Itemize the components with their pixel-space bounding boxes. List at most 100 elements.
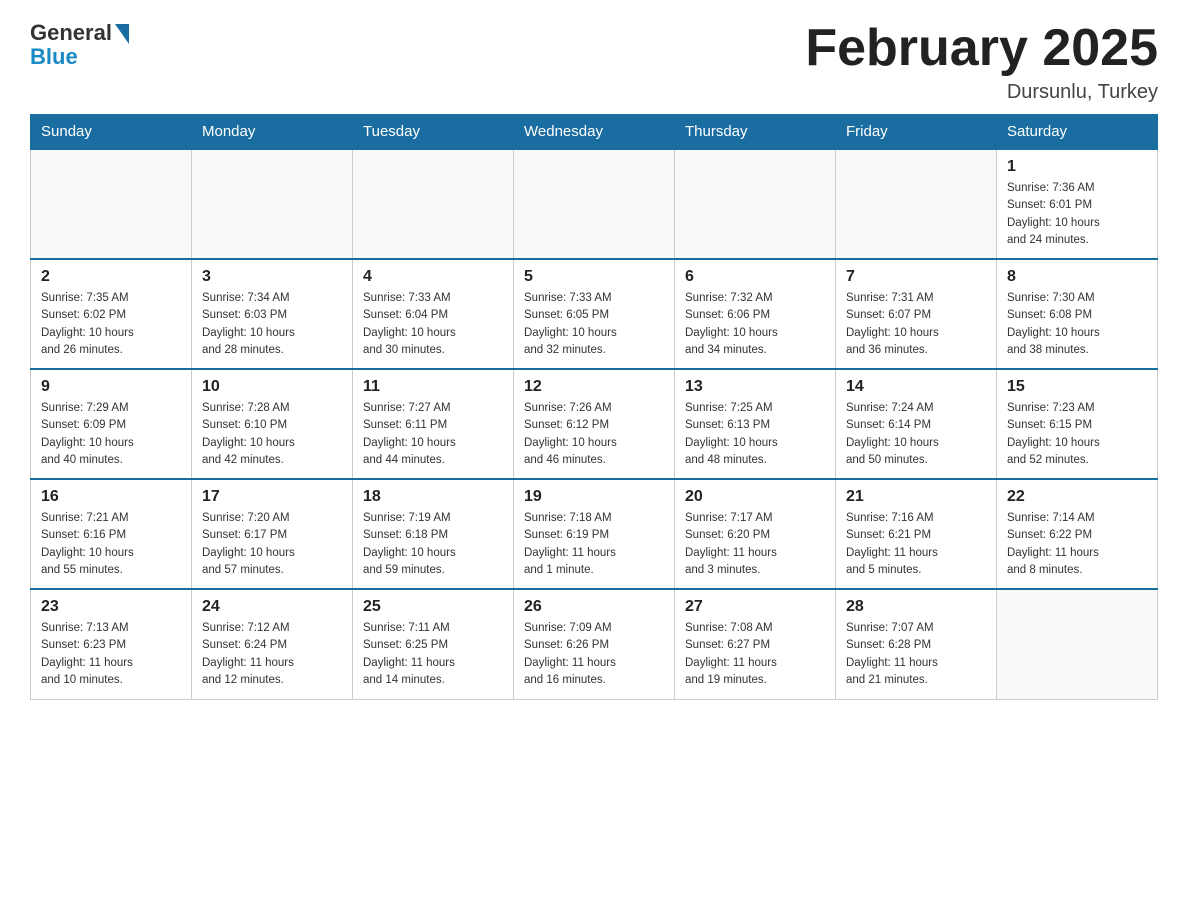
day-info: Sunrise: 7:24 AM Sunset: 6:14 PM Dayligh… [846, 400, 986, 469]
col-sunday: Sunday [31, 115, 192, 150]
day-info: Sunrise: 7:20 AM Sunset: 6:17 PM Dayligh… [202, 510, 342, 579]
day-number: 8 [1007, 268, 1147, 286]
table-row: 24 Sunrise: 7:12 AM Sunset: 6:24 PM Dayli… [192, 589, 353, 699]
calendar-week-row: 1Sunrise: 7:36 AM Sunset: 6:01 PM Daylig… [31, 149, 1158, 259]
col-saturday: Saturday [997, 115, 1158, 150]
table-row: 19 Sunrise: 7:18 AM Sunset: 6:19 PM Dayli… [514, 479, 675, 589]
day-number: 28 [846, 598, 986, 616]
logo-general-text: General [30, 20, 112, 46]
col-tuesday: Tuesday [353, 115, 514, 150]
title-section: February 2025 Dursunlu, Turkey [805, 20, 1158, 104]
day-number: 22 [1007, 488, 1147, 506]
table-row: 21 Sunrise: 7:16 AM Sunset: 6:21 PM Dayli… [836, 479, 997, 589]
day-number: 13 [685, 378, 825, 396]
table-row: 28 Sunrise: 7:07 AM Sunset: 6:28 PM Dayli… [836, 589, 997, 699]
day-number: 10 [202, 378, 342, 396]
col-friday: Friday [836, 115, 997, 150]
table-row: 11 Sunrise: 7:27 AM Sunset: 6:11 PM Dayli… [353, 369, 514, 479]
day-number: 20 [685, 488, 825, 506]
day-info: Sunrise: 7:19 AM Sunset: 6:18 PM Dayligh… [363, 510, 503, 579]
table-row: 26 Sunrise: 7:09 AM Sunset: 6:26 PM Dayli… [514, 589, 675, 699]
col-wednesday: Wednesday [514, 115, 675, 150]
day-number: 23 [41, 598, 181, 616]
table-row: 20Sunrise: 7:17 AM Sunset: 6:20 PM Dayli… [675, 479, 836, 589]
table-row: 2 Sunrise: 7:35 AM Sunset: 6:02 PM Daylig… [31, 259, 192, 369]
col-thursday: Thursday [675, 115, 836, 150]
table-row [836, 149, 997, 259]
logo-arrow-icon [115, 24, 129, 44]
col-monday: Monday [192, 115, 353, 150]
table-row: 16 Sunrise: 7:21 AM Sunset: 6:16 PM Dayli… [31, 479, 192, 589]
table-row: 10 Sunrise: 7:28 AM Sunset: 6:10 PM Dayli… [192, 369, 353, 479]
day-info: Sunrise: 7:14 AM Sunset: 6:22 PM Dayligh… [1007, 510, 1147, 579]
day-info: Sunrise: 7:29 AM Sunset: 6:09 PM Dayligh… [41, 400, 181, 469]
day-number: 2 [41, 268, 181, 286]
day-info: Sunrise: 7:11 AM Sunset: 6:25 PM Dayligh… [363, 620, 503, 689]
table-row [514, 149, 675, 259]
day-number: 27 [685, 598, 825, 616]
day-number: 16 [41, 488, 181, 506]
day-info: Sunrise: 7:34 AM Sunset: 6:03 PM Dayligh… [202, 290, 342, 359]
day-info: Sunrise: 7:25 AM Sunset: 6:13 PM Dayligh… [685, 400, 825, 469]
table-row [192, 149, 353, 259]
table-row: 3 Sunrise: 7:34 AM Sunset: 6:03 PM Daylig… [192, 259, 353, 369]
day-info: Sunrise: 7:27 AM Sunset: 6:11 PM Dayligh… [363, 400, 503, 469]
day-info: Sunrise: 7:35 AM Sunset: 6:02 PM Dayligh… [41, 290, 181, 359]
day-number: 7 [846, 268, 986, 286]
day-info: Sunrise: 7:32 AM Sunset: 6:06 PM Dayligh… [685, 290, 825, 359]
day-number: 26 [524, 598, 664, 616]
logo: General Blue [30, 20, 129, 70]
table-row: 23 Sunrise: 7:13 AM Sunset: 6:23 PM Dayli… [31, 589, 192, 699]
day-number: 12 [524, 378, 664, 396]
calendar-week-row: 23 Sunrise: 7:13 AM Sunset: 6:23 PM Dayli… [31, 589, 1158, 699]
day-number: 19 [524, 488, 664, 506]
day-number: 15 [1007, 378, 1147, 396]
table-row: 25 Sunrise: 7:11 AM Sunset: 6:25 PM Dayli… [353, 589, 514, 699]
day-number: 24 [202, 598, 342, 616]
month-title: February 2025 [805, 20, 1158, 77]
day-info: Sunrise: 7:09 AM Sunset: 6:26 PM Dayligh… [524, 620, 664, 689]
calendar-header-row: Sunday Monday Tuesday Wednesday Thursday… [31, 115, 1158, 150]
day-number: 5 [524, 268, 664, 286]
table-row: 4Sunrise: 7:33 AM Sunset: 6:04 PM Daylig… [353, 259, 514, 369]
day-info: Sunrise: 7:30 AM Sunset: 6:08 PM Dayligh… [1007, 290, 1147, 359]
page-header: General Blue February 2025 Dursunlu, Tur… [30, 20, 1158, 104]
day-number: 4 [363, 268, 503, 286]
calendar-week-row: 16 Sunrise: 7:21 AM Sunset: 6:16 PM Dayli… [31, 479, 1158, 589]
day-number: 17 [202, 488, 342, 506]
table-row: 8 Sunrise: 7:30 AM Sunset: 6:08 PM Daylig… [997, 259, 1158, 369]
day-info: Sunrise: 7:26 AM Sunset: 6:12 PM Dayligh… [524, 400, 664, 469]
table-row: 12 Sunrise: 7:26 AM Sunset: 6:12 PM Dayli… [514, 369, 675, 479]
day-number: 14 [846, 378, 986, 396]
day-info: Sunrise: 7:33 AM Sunset: 6:05 PM Dayligh… [524, 290, 664, 359]
day-info: Sunrise: 7:21 AM Sunset: 6:16 PM Dayligh… [41, 510, 181, 579]
day-number: 3 [202, 268, 342, 286]
day-info: Sunrise: 7:18 AM Sunset: 6:19 PM Dayligh… [524, 510, 664, 579]
table-row [997, 589, 1158, 699]
day-info: Sunrise: 7:36 AM Sunset: 6:01 PM Dayligh… [1007, 180, 1147, 249]
table-row: 6 Sunrise: 7:32 AM Sunset: 6:06 PM Daylig… [675, 259, 836, 369]
table-row [675, 149, 836, 259]
day-info: Sunrise: 7:16 AM Sunset: 6:21 PM Dayligh… [846, 510, 986, 579]
table-row: 17 Sunrise: 7:20 AM Sunset: 6:17 PM Dayli… [192, 479, 353, 589]
day-number: 21 [846, 488, 986, 506]
day-number: 6 [685, 268, 825, 286]
calendar-table: Sunday Monday Tuesday Wednesday Thursday… [30, 114, 1158, 700]
day-info: Sunrise: 7:28 AM Sunset: 6:10 PM Dayligh… [202, 400, 342, 469]
location-text: Dursunlu, Turkey [805, 81, 1158, 104]
table-row: 5 Sunrise: 7:33 AM Sunset: 6:05 PM Daylig… [514, 259, 675, 369]
day-info: Sunrise: 7:13 AM Sunset: 6:23 PM Dayligh… [41, 620, 181, 689]
day-info: Sunrise: 7:07 AM Sunset: 6:28 PM Dayligh… [846, 620, 986, 689]
calendar-week-row: 2 Sunrise: 7:35 AM Sunset: 6:02 PM Daylig… [31, 259, 1158, 369]
day-number: 11 [363, 378, 503, 396]
day-number: 25 [363, 598, 503, 616]
table-row: 7Sunrise: 7:31 AM Sunset: 6:07 PM Daylig… [836, 259, 997, 369]
calendar-week-row: 9Sunrise: 7:29 AM Sunset: 6:09 PM Daylig… [31, 369, 1158, 479]
table-row: 15Sunrise: 7:23 AM Sunset: 6:15 PM Dayli… [997, 369, 1158, 479]
day-info: Sunrise: 7:12 AM Sunset: 6:24 PM Dayligh… [202, 620, 342, 689]
table-row [353, 149, 514, 259]
table-row [31, 149, 192, 259]
table-row: 1Sunrise: 7:36 AM Sunset: 6:01 PM Daylig… [997, 149, 1158, 259]
table-row: 22 Sunrise: 7:14 AM Sunset: 6:22 PM Dayli… [997, 479, 1158, 589]
table-row: 9Sunrise: 7:29 AM Sunset: 6:09 PM Daylig… [31, 369, 192, 479]
